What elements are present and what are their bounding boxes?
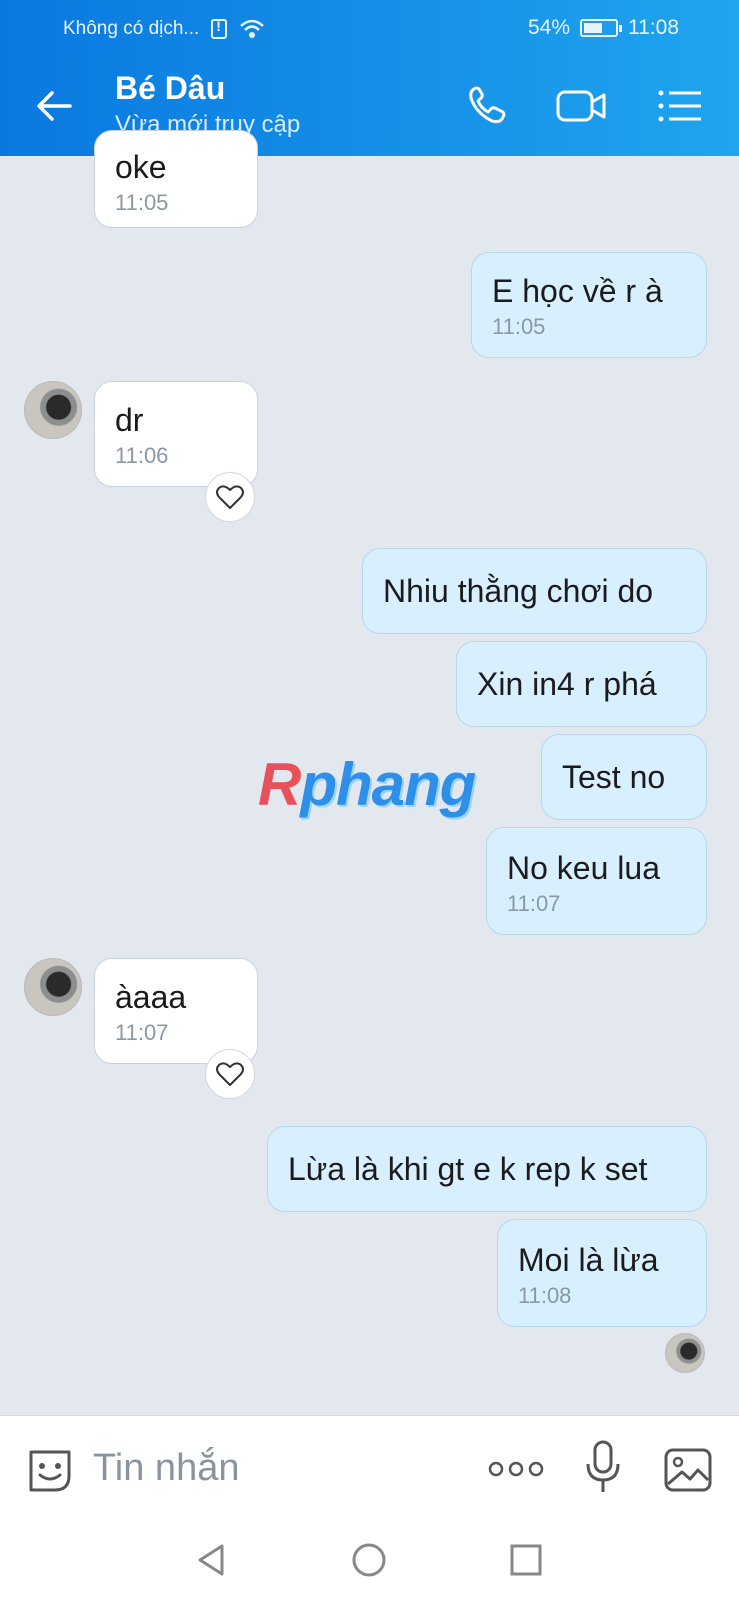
video-call-icon[interactable]	[555, 81, 609, 131]
nav-back-icon[interactable]	[192, 1540, 232, 1580]
battery-percent: 54%	[527, 16, 570, 39]
react-heart-button[interactable]	[205, 1049, 255, 1099]
seen-avatar	[665, 1333, 705, 1373]
message-time: 11:06	[115, 443, 169, 468]
microphone-icon[interactable]	[583, 1438, 623, 1498]
image-gallery-icon[interactable]	[662, 1444, 714, 1496]
react-heart-button[interactable]	[205, 472, 255, 522]
message-input[interactable]	[93, 1438, 453, 1498]
message-text: Xin in4 r phá	[477, 666, 657, 702]
message-input-bar	[0, 1415, 739, 1520]
message-bubble-outgoing[interactable]: No keu lua 11:07	[486, 827, 707, 935]
back-arrow-icon[interactable]	[30, 81, 80, 131]
message-text: Moi là lừa	[518, 1242, 659, 1278]
contact-avatar[interactable]	[24, 381, 82, 439]
nav-recents-icon[interactable]	[506, 1540, 546, 1580]
message-time: 11:07	[115, 1020, 169, 1045]
message-bubble-outgoing[interactable]: Xin in4 r phá	[456, 641, 707, 727]
system-nav-bar	[0, 1520, 739, 1600]
message-time: 11:05	[115, 190, 169, 215]
message-bubble-outgoing[interactable]: E học về r à 11:05	[471, 252, 707, 358]
message-text: No keu lua	[507, 850, 660, 886]
sticker-emoji-icon[interactable]	[25, 1446, 75, 1496]
message-bubble-incoming[interactable]: oke 11:05	[94, 130, 258, 228]
wifi-icon	[240, 19, 265, 38]
clock: 11:08	[628, 16, 679, 39]
phone-icon[interactable]	[462, 81, 516, 131]
message-text: àaaa	[115, 979, 187, 1015]
battery-icon	[580, 19, 622, 37]
message-text: Test no	[562, 759, 666, 795]
nav-home-icon[interactable]	[349, 1540, 389, 1580]
contact-name[interactable]: Bé Dâu	[115, 70, 225, 107]
message-bubble-incoming[interactable]: àaaa 11:07	[94, 958, 258, 1064]
contact-avatar[interactable]	[24, 958, 82, 1016]
message-bubble-outgoing[interactable]: Test no	[541, 734, 707, 820]
message-text: E học về r à	[492, 273, 663, 309]
message-bubble-outgoing[interactable]: Moi là lừa 11:08	[497, 1219, 707, 1327]
message-bubble-outgoing[interactable]: Nhiu thằng chơi do	[362, 548, 707, 634]
message-bubble-outgoing[interactable]: Lừa là khi gt e k rep k set	[267, 1126, 707, 1212]
message-time: 11:08	[518, 1283, 572, 1308]
carrier-label: Không có dịch...	[63, 18, 200, 39]
message-time: 11:07	[507, 891, 561, 916]
message-time: 11:05	[492, 314, 546, 339]
status-bar: Không có dịch... 54% 11:08	[0, 0, 739, 56]
heart-icon	[216, 485, 244, 509]
message-text: Nhiu thằng chơi do	[383, 573, 654, 609]
heart-icon	[216, 1062, 244, 1086]
message-text: dr	[115, 402, 144, 438]
alert-icon	[211, 18, 228, 39]
message-text: oke	[115, 149, 167, 185]
watermark-logo: Rphang	[258, 751, 476, 818]
message-bubble-incoming[interactable]: dr 11:06	[94, 381, 258, 487]
menu-list-icon[interactable]	[655, 81, 709, 131]
more-options-icon[interactable]	[487, 1451, 545, 1487]
message-text: Lừa là khi gt e k rep k set	[288, 1151, 648, 1187]
